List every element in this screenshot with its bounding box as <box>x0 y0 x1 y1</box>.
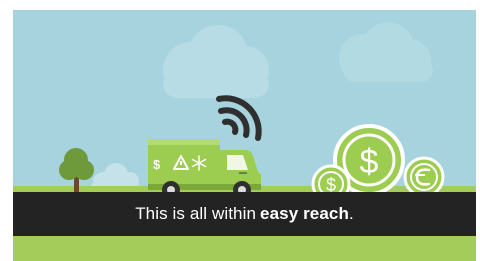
caption-text: This is all within <box>135 204 257 223</box>
scene: $ $ $ This is all within easy reach . <box>13 10 476 261</box>
caption-bar: This is all within easy reach. <box>13 192 476 236</box>
caption-period: . <box>348 204 354 223</box>
caption-emphasis: easy reach <box>260 204 349 223</box>
truck-dollar-symbol: $ <box>153 157 161 172</box>
svg-text:$: $ <box>360 143 379 181</box>
coin-small-euro <box>403 156 445 198</box>
grass-ground <box>13 236 476 261</box>
